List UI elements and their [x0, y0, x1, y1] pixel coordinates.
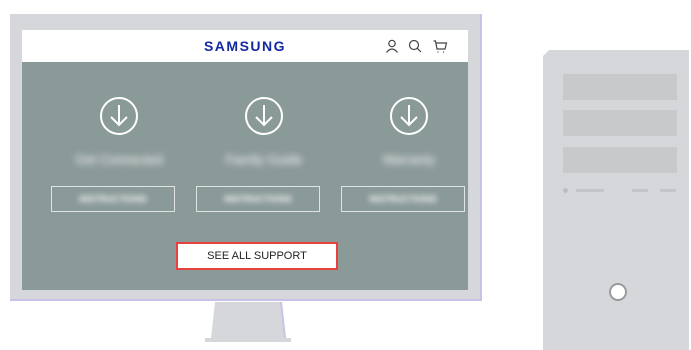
instructions-button-label: INSTRUCTIONS: [224, 194, 292, 204]
front-slot: [660, 189, 676, 192]
illustration: SAMSUNG Get Connected INSTRUCTIONS Famil…: [0, 0, 691, 350]
download-icon[interactable]: [99, 96, 139, 136]
drive-bay: [563, 74, 677, 100]
instructions-button-label: INSTRUCTIONS: [369, 194, 437, 204]
support-column: Get Connected INSTRUCTIONS: [49, 62, 189, 212]
instructions-button[interactable]: INSTRUCTIONS: [51, 186, 175, 212]
support-column: Family Guide INSTRUCTIONS: [194, 62, 334, 212]
monitor-screen: SAMSUNG Get Connected INSTRUCTIONS Famil…: [22, 30, 468, 290]
see-all-support-button[interactable]: SEE ALL SUPPORT: [176, 242, 338, 270]
drive-bay: [563, 110, 677, 136]
samsung-logo[interactable]: SAMSUNG: [22, 30, 468, 62]
search-icon[interactable]: [407, 38, 423, 54]
desktop-tower: [543, 50, 689, 350]
instructions-button[interactable]: INSTRUCTIONS: [196, 186, 320, 212]
monitor: SAMSUNG Get Connected INSTRUCTIONS Famil…: [10, 14, 482, 301]
instructions-button-label: INSTRUCTIONS: [79, 194, 147, 204]
support-column-title: Family Guide: [225, 152, 303, 167]
power-led: [563, 188, 568, 193]
download-icon[interactable]: [389, 96, 429, 136]
front-slot: [576, 189, 604, 192]
site-header: SAMSUNG: [22, 30, 468, 62]
user-icon[interactable]: [384, 38, 400, 54]
download-icon[interactable]: [244, 96, 284, 136]
support-column-title: Get Connected: [75, 152, 163, 167]
instructions-button[interactable]: INSTRUCTIONS: [341, 186, 465, 212]
drive-bay: [563, 147, 677, 173]
power-button-icon: [609, 283, 627, 301]
support-column-title: Warranty: [382, 152, 436, 167]
support-column: Warranty INSTRUCTIONS: [339, 62, 468, 212]
front-slot: [632, 189, 648, 192]
cart-icon[interactable]: [432, 38, 448, 54]
monitor-stand: [205, 302, 291, 342]
